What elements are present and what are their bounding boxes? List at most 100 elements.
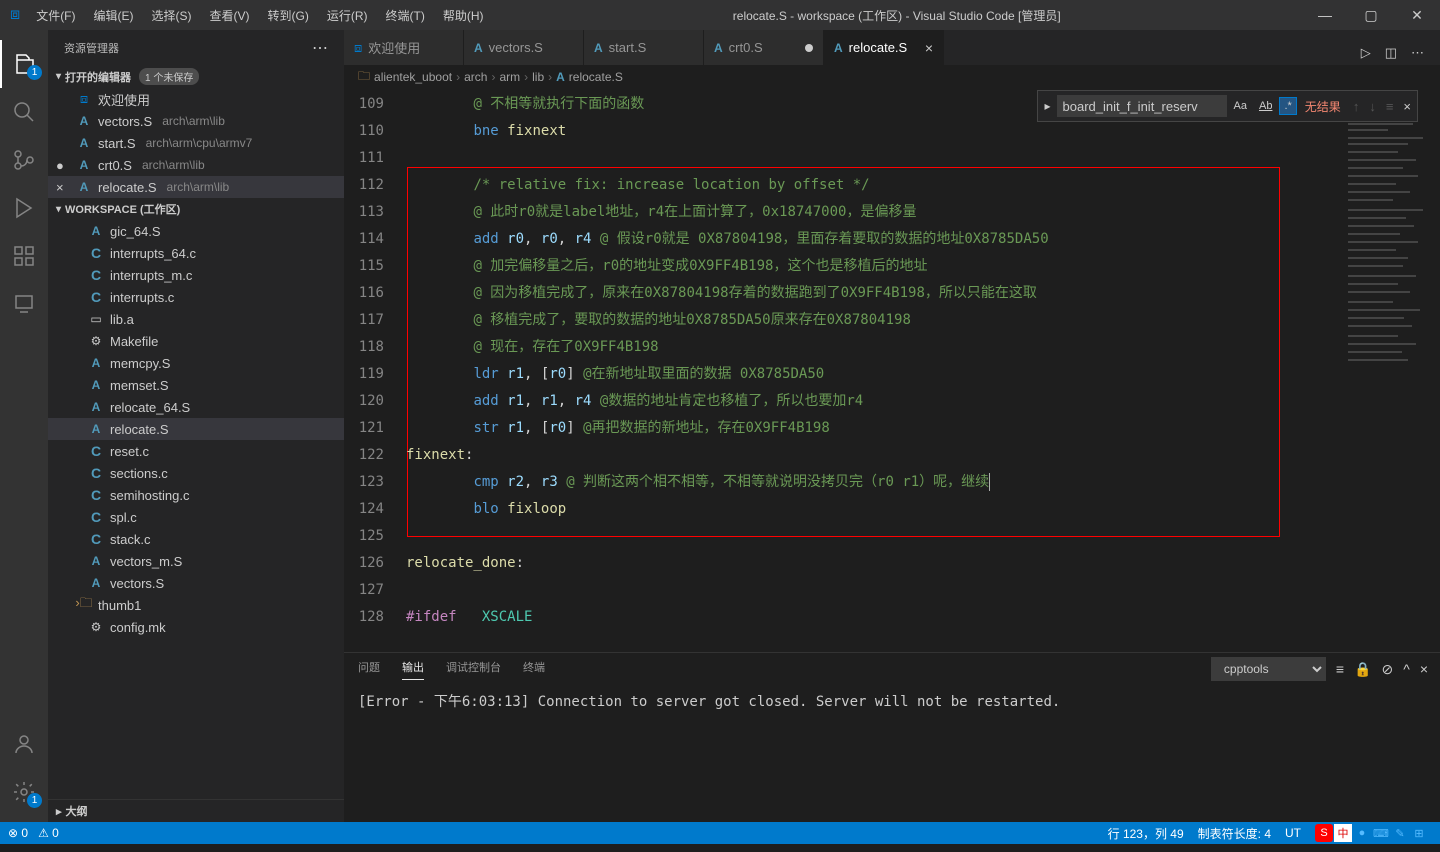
code-content[interactable]: @ 不相等就执行下面的函数 bne fixnext /* relative fi… — [406, 89, 1344, 652]
find-in-selection-icon[interactable]: ≡ — [1382, 99, 1398, 114]
chevron-right-icon[interactable]: ▸ — [1040, 99, 1054, 113]
filter-icon[interactable]: ≡ — [1336, 661, 1344, 677]
tree-item[interactable]: ▭lib.a — [48, 308, 344, 330]
chevron-right-icon: ▸ — [56, 805, 62, 818]
tree-item[interactable]: Avectors.S — [48, 572, 344, 594]
prev-match-icon[interactable]: ↑ — [1349, 99, 1364, 114]
window-title: relocate.S - workspace (工作区) - Visual St… — [492, 7, 1302, 24]
tree-item[interactable]: Agic_64.S — [48, 220, 344, 242]
run-icon[interactable]: ▷ — [1361, 45, 1371, 61]
panel-tab[interactable]: 输出 — [402, 659, 424, 680]
explorer-title: 资源管理器 — [64, 40, 119, 56]
tree-item[interactable]: ›🗀thumb1 — [48, 594, 344, 616]
tree-item[interactable]: Cspl.c — [48, 506, 344, 528]
ime-indicator[interactable]: S 中 ● ⌨ ✎ ⊞ — [1315, 824, 1428, 842]
extensions-tab[interactable] — [0, 232, 48, 280]
panel-tab[interactable]: 问题 — [358, 659, 380, 679]
clear-icon[interactable]: ⊘ — [1382, 661, 1394, 678]
find-input[interactable] — [1057, 95, 1227, 117]
tree-item[interactable]: Cstack.c — [48, 528, 344, 550]
file-icon: C — [88, 531, 104, 547]
tree-item[interactable]: Avectors_m.S — [48, 550, 344, 572]
find-widget: ▸ Aa Ab .* 无结果 ↑ ↓ ≡ × — [1037, 90, 1418, 122]
panel-tab[interactable]: 调试控制台 — [446, 659, 501, 679]
tree-item[interactable]: Arelocate.S — [48, 418, 344, 440]
open-editor-item[interactable]: Astart.Sarch\arm\cpu\armv7 — [48, 132, 344, 154]
menu-item[interactable]: 选择(S) — [144, 3, 200, 28]
more-icon[interactable]: ⋯ — [1411, 45, 1424, 61]
tree-item[interactable]: Creset.c — [48, 440, 344, 462]
tree-item[interactable]: ⚙Makefile — [48, 330, 344, 352]
editor-tab[interactable]: Astart.S — [584, 30, 704, 65]
errors-status[interactable]: ⊗ 0 — [8, 826, 28, 840]
workspace-header[interactable]: ▾ WORKSPACE (工作区) — [48, 198, 344, 220]
match-case-button[interactable]: Aa — [1229, 97, 1252, 115]
more-icon[interactable]: ⋯ — [312, 38, 328, 58]
run-tab[interactable] — [0, 184, 48, 232]
warnings-status[interactable]: ⚠ 0 — [38, 826, 59, 840]
output-channel-select[interactable]: cpptools — [1211, 657, 1326, 681]
next-match-icon[interactable]: ↓ — [1365, 99, 1380, 114]
open-editor-item[interactable]: ⧈欢迎使用 — [48, 88, 344, 110]
tree-item[interactable]: Csemihosting.c — [48, 484, 344, 506]
menu-item[interactable]: 运行(R) — [319, 3, 376, 28]
remote-tab[interactable] — [0, 280, 48, 328]
tree-item[interactable]: Amemcpy.S — [48, 352, 344, 374]
close-icon[interactable]: × — [56, 180, 70, 195]
file-icon: A — [88, 356, 104, 370]
settings-badge: 1 — [27, 793, 42, 808]
panel-tab[interactable]: 终端 — [523, 659, 545, 679]
close-icon[interactable]: × — [1399, 99, 1415, 114]
lock-icon[interactable]: 🔒 — [1354, 661, 1371, 678]
open-editor-item[interactable]: Avectors.Sarch\arm\lib — [48, 110, 344, 132]
maximize-panel-icon[interactable]: ^ — [1403, 661, 1410, 677]
open-editors-header[interactable]: ▾ 打开的编辑器 1 个未保存 — [48, 65, 344, 88]
tree-item[interactable]: Cinterrupts_m.c — [48, 264, 344, 286]
menu-item[interactable]: 编辑(E) — [86, 3, 142, 28]
maximize-button[interactable]: ▢ — [1348, 0, 1394, 30]
close-icon[interactable]: × — [925, 40, 933, 56]
breadcrumb[interactable]: 🗀alientek_uboot › arch › arm › lib › Are… — [344, 65, 1440, 89]
editor[interactable]: 1091101111121131141151161171181191201211… — [344, 89, 1440, 652]
menu-item[interactable]: 帮助(H) — [435, 3, 492, 28]
breadcrumb-item[interactable]: lib — [532, 70, 544, 84]
tree-item[interactable]: Arelocate_64.S — [48, 396, 344, 418]
editor-tab[interactable]: Avectors.S — [464, 30, 584, 65]
encoding[interactable]: UT — [1285, 826, 1301, 840]
close-icon[interactable]: ● — [56, 158, 70, 173]
editor-tab[interactable]: Acrt0.S — [704, 30, 824, 65]
breadcrumb-item[interactable]: arch — [464, 70, 487, 84]
minimap[interactable] — [1344, 89, 1440, 652]
search-tab[interactable] — [0, 88, 48, 136]
menu-item[interactable]: 文件(F) — [28, 3, 83, 28]
tree-item[interactable]: Cinterrupts.c — [48, 286, 344, 308]
breadcrumb-item[interactable]: alientek_uboot — [374, 70, 452, 84]
tab-size[interactable]: 制表符长度: 4 — [1198, 825, 1271, 842]
scm-tab[interactable] — [0, 136, 48, 184]
open-editor-item[interactable]: ×Arelocate.Sarch\arm\lib — [48, 176, 344, 198]
settings-tab[interactable]: 1 — [0, 768, 48, 816]
editor-tab[interactable]: ⧈欢迎使用 — [344, 30, 464, 65]
account-tab[interactable] — [0, 720, 48, 768]
open-editor-item[interactable]: ●Acrt0.Sarch\arm\lib — [48, 154, 344, 176]
outline-header[interactable]: ▸ 大纲 — [48, 799, 344, 822]
menu-item[interactable]: 终端(T) — [378, 3, 433, 28]
menu-item[interactable]: 查看(V) — [202, 3, 258, 28]
split-editor-icon[interactable]: ◫ — [1385, 45, 1397, 61]
close-panel-icon[interactable]: × — [1420, 661, 1428, 677]
cursor-position[interactable]: 行 123，列 49 — [1108, 825, 1184, 842]
output-content[interactable]: [Error - 下午6:03:13] Connection to server… — [344, 685, 1440, 822]
close-button[interactable]: ✕ — [1394, 0, 1440, 30]
whole-word-button[interactable]: Ab — [1254, 97, 1277, 115]
editor-tab[interactable]: Arelocate.S× — [824, 30, 944, 65]
menu-item[interactable]: 转到(G) — [260, 3, 317, 28]
regex-button[interactable]: .* — [1279, 97, 1296, 115]
tree-item[interactable]: Csections.c — [48, 462, 344, 484]
breadcrumb-item[interactable]: relocate.S — [569, 70, 623, 84]
tree-item[interactable]: ⚙config.mk — [48, 616, 344, 638]
tree-item[interactable]: Amemset.S — [48, 374, 344, 396]
minimize-button[interactable]: — — [1302, 0, 1348, 30]
explorer-tab[interactable]: 1 — [0, 40, 48, 88]
breadcrumb-item[interactable]: arm — [499, 70, 520, 84]
tree-item[interactable]: Cinterrupts_64.c — [48, 242, 344, 264]
